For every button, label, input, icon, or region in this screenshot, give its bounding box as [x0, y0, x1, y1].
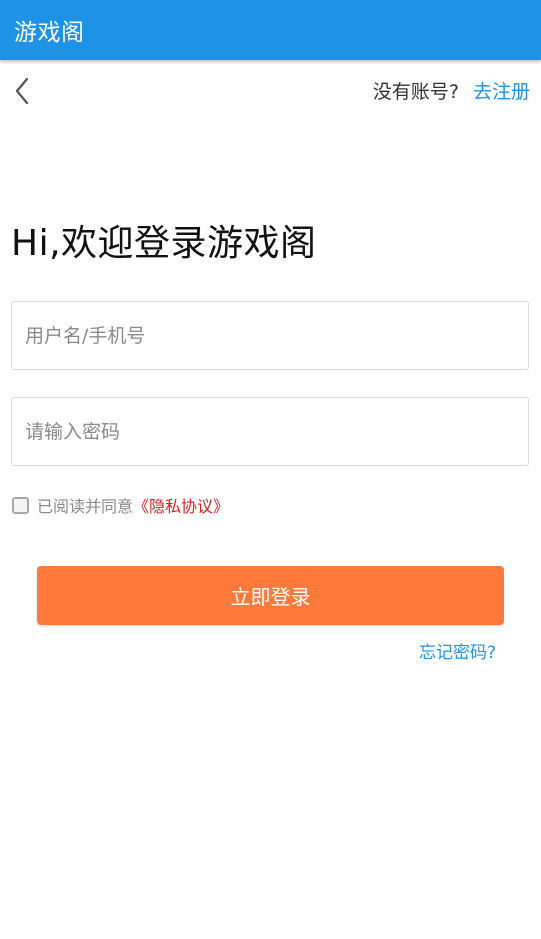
register-link[interactable]: 去注册 [473, 77, 530, 104]
app-bar: 游戏阁 [0, 0, 541, 60]
no-account-text: 没有账号? [372, 81, 459, 103]
back-button[interactable] [6, 74, 38, 108]
agreement-row: 已阅读并同意 《隐私协议》 [12, 493, 229, 517]
agree-text: 已阅读并同意 [37, 497, 134, 516]
app-title: 游戏阁 [14, 20, 85, 46]
forgot-password-link[interactable]: 忘记密码? [419, 638, 496, 663]
chevron-left-icon [15, 77, 29, 105]
register-prompt: 没有账号? 去注册 [373, 77, 530, 104]
login-button[interactable]: 立即登录 [37, 566, 504, 625]
password-input[interactable] [12, 398, 528, 465]
username-field[interactable] [11, 301, 529, 370]
password-field[interactable] [11, 397, 529, 466]
username-input[interactable] [12, 302, 528, 369]
welcome-heading: Hi,欢迎登录游戏阁 [11, 223, 317, 264]
privacy-policy-link[interactable]: 《隐私协议》 [133, 493, 229, 517]
agree-checkbox[interactable] [12, 496, 29, 514]
